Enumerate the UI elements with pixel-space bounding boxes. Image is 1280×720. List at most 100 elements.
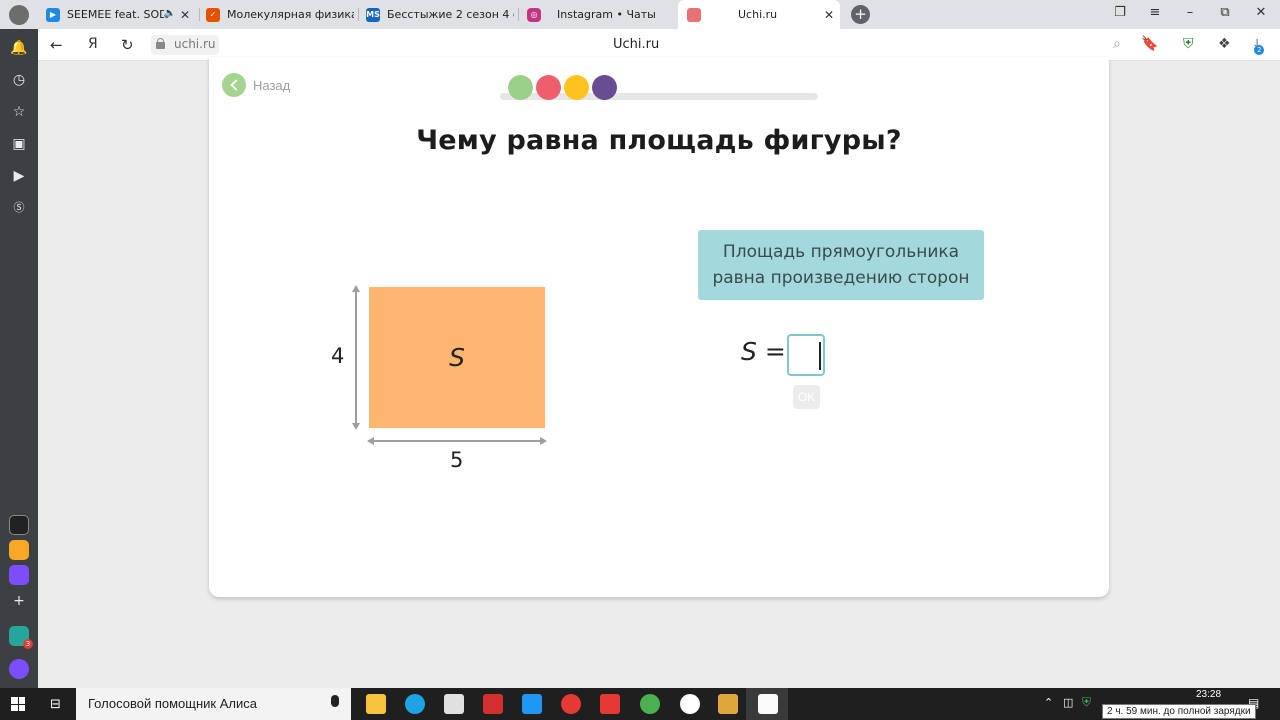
width-label: 5 (450, 448, 464, 472)
taskbar-search[interactable]: Голосовой помощник Алиса (76, 688, 351, 720)
rectangle-figure: S (369, 287, 545, 428)
profile-avatar[interactable] (9, 5, 29, 25)
progress-dot (536, 75, 561, 100)
lesson-card: Назад Чему равна площадь фигуры? 4 S 5 П… (209, 57, 1109, 597)
battery-tooltip: 2 ч. 59 мин. до полной зарядки (1102, 704, 1256, 719)
active-app-highlight (746, 688, 788, 720)
tray-shield-icon[interactable]: ⛨ (1082, 695, 1091, 710)
store-icon[interactable] (444, 694, 464, 714)
tab-shameless[interactable]: MS Бесстыжие 2 сезон 4 сери (366, 0, 514, 29)
search-icon[interactable]: ⌕ (1113, 36, 1121, 52)
arrow-down-icon (352, 423, 360, 430)
formula: S = (741, 337, 786, 366)
windows-start-icon[interactable] (11, 697, 25, 711)
minimize-button[interactable]: – (1180, 5, 1200, 20)
messenger-app-icon[interactable] (9, 565, 29, 585)
back-button[interactable]: Назад (222, 73, 290, 97)
tab-uchi[interactable]: Uchi.ru ✕ (678, 0, 840, 29)
windows-taskbar: ⊟ Голосовой помощник Алиса ⌃ ◫ ⛨ 23:28 ▤… (0, 688, 1280, 720)
mail-app-icon[interactable] (9, 540, 29, 560)
new-tab-button[interactable]: + (851, 5, 870, 24)
back-label: Назад (253, 77, 291, 93)
progress-dot (564, 75, 589, 100)
mail-icon[interactable] (522, 694, 542, 714)
video-icon[interactable]: ▶ (9, 166, 29, 186)
back-arrow-icon[interactable]: ← (50, 36, 63, 54)
tab-title: Instagram • Чаты (557, 8, 656, 21)
browser-sidebar: 🔔 ◷ ☆ ▣ ▶ Ⓢ + 3 (0, 29, 38, 688)
tray-chevron-icon[interactable]: ⌃ (1044, 696, 1053, 709)
kaspersky-icon[interactable] (640, 694, 660, 714)
edge-icon[interactable] (405, 694, 425, 714)
answer-input[interactable] (787, 334, 825, 376)
close-tab-icon[interactable]: ✕ (179, 8, 190, 22)
tab-title: Молекулярная физика и т (227, 8, 354, 21)
tab-title: Бесстыжие 2 сезон 4 сери (387, 8, 514, 21)
arrow-right-icon (540, 437, 547, 445)
tab-strip: ▶ SEEMEE feat. SODA 🔈 ✕ ✓ Молекулярная ф… (0, 0, 1280, 29)
instagram-icon: ◎ (527, 7, 541, 22)
progress-dot (508, 75, 533, 100)
downloads-badge: 2 (1254, 45, 1265, 55)
yandex-taskbar-icon[interactable] (600, 694, 620, 714)
tab-title: Uchi.ru (738, 8, 778, 21)
bookmark-icon[interactable]: 🔖 (1141, 36, 1158, 52)
collections-icon[interactable]: ❖ (1218, 36, 1231, 52)
zen-icon[interactable]: Ⓢ (9, 198, 29, 218)
file-explorer-icon[interactable] (366, 694, 386, 714)
opera-icon[interactable] (561, 694, 581, 714)
collections-sidebar-icon[interactable]: ▣ (9, 134, 29, 154)
yandex-browser-icon[interactable] (680, 694, 700, 714)
ok-button[interactable]: OK (793, 385, 820, 409)
hint-box: Площадь прямоугольника равна произведени… (698, 230, 984, 300)
chevron-left-icon (222, 73, 246, 97)
formula-variable: S (741, 337, 757, 366)
close-window-button[interactable]: ✕ (1251, 5, 1271, 20)
area-label: S (449, 343, 465, 372)
height-dimension-line (355, 287, 357, 428)
reload-icon[interactable]: ↻ (121, 36, 134, 54)
chat-app-icon[interactable]: 3 (9, 626, 33, 649)
taskbar-search-text: Голосовой помощник Алиса (88, 696, 257, 711)
yandex-icon[interactable]: Я (88, 36, 98, 52)
arrow-left-icon (367, 437, 374, 445)
notifications-icon[interactable]: 🔔 (9, 38, 29, 58)
arrow-up-icon (352, 285, 360, 292)
clock[interactable]: 23:28 (1196, 689, 1221, 700)
favorites-icon[interactable]: ☆ (9, 102, 29, 122)
protect-shield-icon[interactable]: ⛨ (1183, 36, 1194, 52)
page-title-in-bar: Uchi.ru (613, 37, 660, 52)
width-dimension-line (369, 440, 545, 442)
history-icon[interactable]: ◷ (9, 70, 29, 90)
restore-button[interactable]: ⧉ (1215, 5, 1235, 20)
menu-icon[interactable]: ≡ (1145, 5, 1165, 20)
alice-app-icon[interactable] (9, 515, 29, 535)
tabs-overview-icon[interactable]: ❐ (1110, 5, 1130, 20)
tab-title: SEEMEE feat. SODA (67, 8, 175, 21)
page-content: Назад Чему равна площадь фигуры? 4 S 5 П… (38, 57, 1280, 688)
task-view-icon[interactable]: ⊟ (50, 697, 61, 712)
lock-icon[interactable] (156, 38, 165, 49)
uchi-icon (687, 7, 701, 22)
downloads-icon[interactable]: ⤓ 2 (1254, 36, 1265, 55)
uchebnik-icon: ✓ (206, 7, 220, 22)
youtube-icon: ▶ (46, 7, 60, 22)
tab-molecular-physics[interactable]: ✓ Молекулярная физика и т (206, 0, 354, 29)
media-player-icon[interactable] (718, 694, 738, 714)
progress-dot (592, 75, 617, 100)
question-title: Чему равна площадь фигуры? (416, 125, 902, 156)
microphone-icon[interactable] (331, 695, 339, 707)
tab-instagram[interactable]: ◎ Instagram • Чаты (527, 0, 672, 29)
close-tab-icon[interactable]: ✕ (824, 8, 834, 22)
ms-icon: MS (366, 7, 380, 22)
height-label: 4 (331, 344, 345, 368)
alice-assistant-icon[interactable] (9, 659, 29, 679)
speaker-icon[interactable]: 🔈 (163, 8, 176, 19)
text-caret (819, 342, 821, 370)
add-app-icon[interactable]: + (9, 591, 29, 611)
tab-seemee[interactable]: ▶ SEEMEE feat. SODA 🔈 ✕ (46, 0, 196, 29)
tray-meet-icon[interactable]: ◫ (1063, 696, 1073, 709)
url-text[interactable]: uchi.ru (174, 37, 216, 51)
mail-red-icon[interactable] (483, 694, 503, 714)
formula-equals: = (764, 337, 786, 366)
